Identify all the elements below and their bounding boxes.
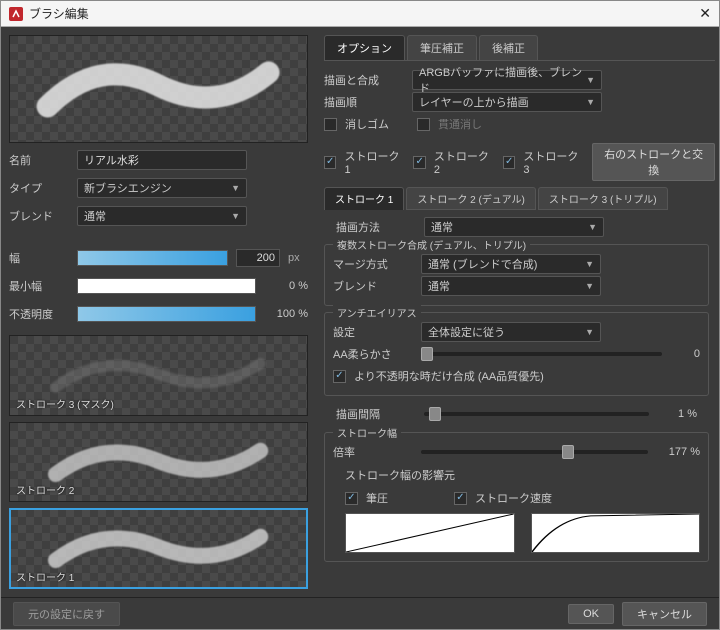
opacity-slider[interactable] xyxy=(77,306,256,322)
aa-soft-slider[interactable] xyxy=(421,347,662,361)
pressure-checkbox[interactable] xyxy=(345,492,358,505)
type-select[interactable]: 新ブラシエンジン▼ xyxy=(77,178,247,198)
draw-method-select[interactable]: 通常▼ xyxy=(424,217,604,237)
minwidth-slider[interactable] xyxy=(77,278,256,294)
main-tabs: オプション 筆圧補正 後補正 xyxy=(324,35,715,61)
swap-stroke-button[interactable]: 右のストロークと交換 xyxy=(592,143,715,181)
stroke3-label: ストローク 3 (マスク) xyxy=(16,396,114,411)
chevron-down-icon: ▼ xyxy=(231,211,240,221)
cancel-button[interactable]: キャンセル xyxy=(622,602,707,626)
brush-edit-dialog: ブラシ編集 ✕ 名前 タイプ新ブラシエンジン▼ ブレンド通常▼ 幅px 最小幅0… xyxy=(0,0,720,630)
strokewidth-section: ストローク幅 倍率177 % ストローク幅の影響元 筆圧 ストローク速度 xyxy=(324,432,709,562)
stroke1-label: ストローク 1 xyxy=(16,569,74,584)
through-checkbox[interactable] xyxy=(417,118,430,131)
width-slider[interactable] xyxy=(77,250,228,266)
interval-value: 1 % xyxy=(657,408,697,420)
aa-soft-value: 0 xyxy=(670,348,700,360)
eraser-label: 消しゴム xyxy=(345,116,389,132)
chevron-down-icon: ▼ xyxy=(231,183,240,193)
draw-order-label: 描画順 xyxy=(324,94,404,110)
chevron-down-icon: ▼ xyxy=(586,75,595,85)
tab-stroke2[interactable]: ストローク 2 (デュアル) xyxy=(406,187,535,210)
tab-options[interactable]: オプション xyxy=(324,35,405,60)
stroke2-preview[interactable]: ストローク 2 xyxy=(9,422,308,503)
aa-opaque-label: より不透明な時だけ合成 (AA品質優先) xyxy=(354,368,544,384)
chevron-down-icon: ▼ xyxy=(586,97,595,107)
chevron-down-icon: ▼ xyxy=(585,259,594,269)
stroke-tabs: ストローク 1 ストローク 2 (デュアル) ストローク 3 (トリプル) xyxy=(324,187,715,210)
tab-stroke3[interactable]: ストローク 3 (トリプル) xyxy=(538,187,668,210)
draw-comp-select[interactable]: ARGBバッファに描画後、ブレンド▼ xyxy=(412,70,602,90)
close-icon[interactable]: ✕ xyxy=(699,5,711,22)
stroke2-checkbox[interactable] xyxy=(413,156,425,169)
draw-comp-label: 描画と合成 xyxy=(324,72,404,88)
stroke2-label: ストローク 2 xyxy=(16,482,74,497)
opacity-label: 不透明度 xyxy=(9,306,69,322)
multistroke-section: 複数ストローク合成 (デュアル、トリプル) マージ方式通常 (ブレンドで合成)▼… xyxy=(324,244,709,306)
draw-method-label: 描画方法 xyxy=(336,219,416,235)
speed-curve[interactable] xyxy=(531,513,701,553)
stroke1-preview[interactable]: ストローク 1 xyxy=(9,508,308,589)
eraser-checkbox[interactable] xyxy=(324,118,337,131)
type-label: タイプ xyxy=(9,180,69,196)
blend2-select[interactable]: 通常▼ xyxy=(421,276,601,296)
merge-select[interactable]: 通常 (ブレンドで合成)▼ xyxy=(421,254,601,274)
tab-postcorr[interactable]: 後補正 xyxy=(479,35,538,60)
draw-order-select[interactable]: レイヤーの上から描画▼ xyxy=(412,92,602,112)
stroke3-checkbox[interactable] xyxy=(503,156,515,169)
minwidth-label: 最小幅 xyxy=(9,278,69,294)
reset-button[interactable]: 元の設定に戻す xyxy=(13,602,120,626)
chevron-down-icon: ▼ xyxy=(585,281,594,291)
merge-label: マージ方式 xyxy=(333,256,413,272)
tab-stroke1[interactable]: ストローク 1 xyxy=(324,187,404,210)
aa-soft-label: AA柔らかさ xyxy=(333,346,413,362)
chevron-down-icon: ▼ xyxy=(588,222,597,232)
width-value[interactable] xyxy=(236,249,280,267)
aa-setting-label: 設定 xyxy=(333,324,413,340)
chevron-down-icon: ▼ xyxy=(585,327,594,337)
titlebar: ブラシ編集 ✕ xyxy=(1,1,719,27)
right-panel: オプション 筆圧補正 後補正 描画と合成 ARGBバッファに描画後、ブレンド▼ 描… xyxy=(316,27,719,597)
width-label: 幅 xyxy=(9,250,69,266)
footer: 元の設定に戻す OK キャンセル xyxy=(1,597,719,629)
name-label: 名前 xyxy=(9,152,69,168)
minwidth-value: 0 % xyxy=(264,280,308,292)
blend2-label: ブレンド xyxy=(333,278,413,294)
influence-label: ストローク幅の影響元 xyxy=(345,467,700,483)
blend-label: ブレンド xyxy=(9,208,69,224)
ratio-slider[interactable] xyxy=(421,445,648,459)
speed-checkbox[interactable] xyxy=(454,492,467,505)
tab-pressure[interactable]: 筆圧補正 xyxy=(407,35,477,60)
left-panel: 名前 タイプ新ブラシエンジン▼ ブレンド通常▼ 幅px 最小幅0 % 不透明度1… xyxy=(1,27,316,597)
pressure-curve[interactable] xyxy=(345,513,515,553)
interval-slider[interactable] xyxy=(424,407,649,421)
stroke3-preview[interactable]: ストローク 3 (マスク) xyxy=(9,335,308,416)
stroke1-checkbox[interactable] xyxy=(324,156,336,169)
name-input[interactable] xyxy=(77,150,247,170)
aa-setting-select[interactable]: 全体設定に従う▼ xyxy=(421,322,601,342)
antialias-section: アンチエイリアス 設定全体設定に従う▼ AA柔らかさ0 より不透明な時だけ合成 … xyxy=(324,312,709,396)
blend-select[interactable]: 通常▼ xyxy=(77,206,247,226)
app-icon xyxy=(9,7,23,21)
window-title: ブラシ編集 xyxy=(29,5,699,22)
through-label: 貫通消し xyxy=(438,116,482,132)
ok-button[interactable]: OK xyxy=(568,604,614,624)
interval-label: 描画間隔 xyxy=(336,406,416,422)
options-scroll[interactable]: 描画方法通常▼ 複数ストローク合成 (デュアル、トリプル) マージ方式通常 (ブ… xyxy=(324,216,715,589)
ratio-value: 177 % xyxy=(656,446,700,458)
ratio-label: 倍率 xyxy=(333,444,413,460)
aa-opaque-checkbox[interactable] xyxy=(333,370,346,383)
opacity-value: 100 % xyxy=(264,308,308,320)
brush-preview-main xyxy=(9,35,308,143)
